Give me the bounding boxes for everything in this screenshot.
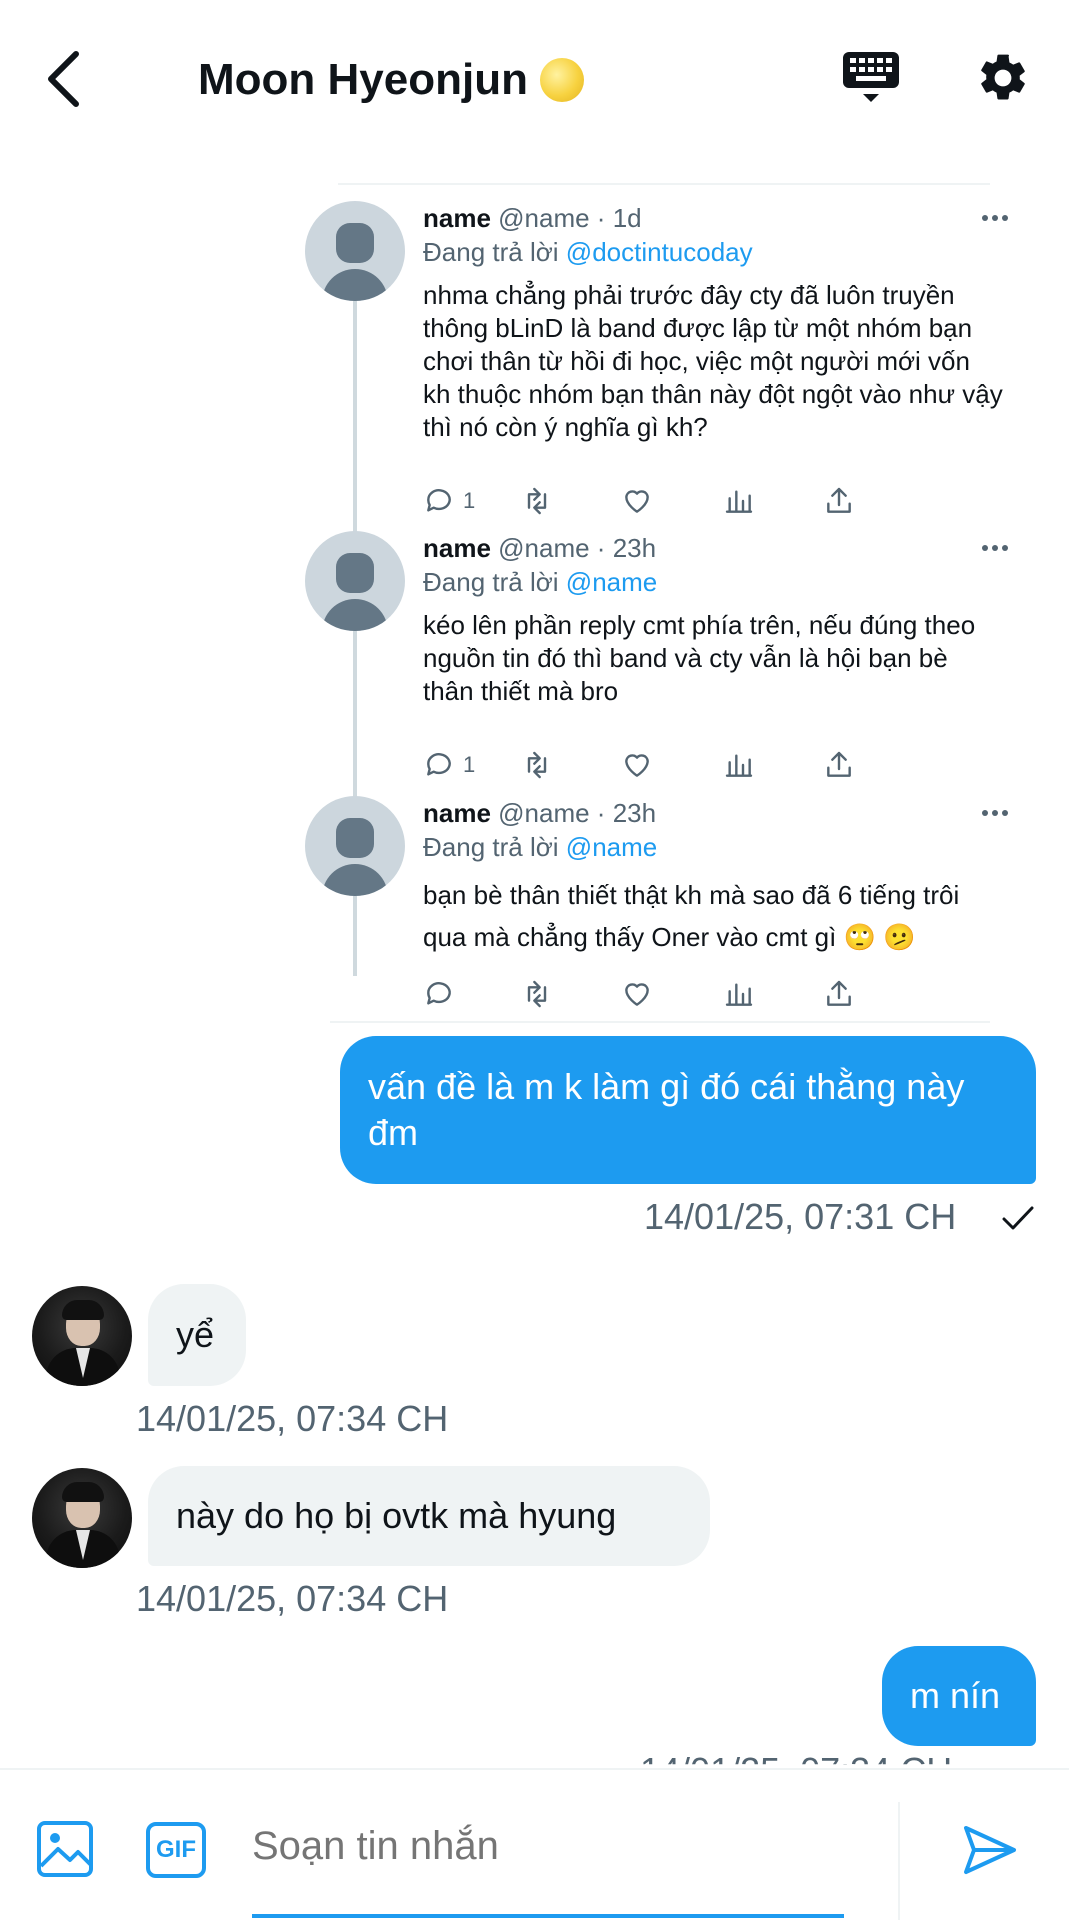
like-button[interactable] [621, 483, 653, 519]
heart-icon [625, 490, 649, 513]
sent-check-icon [1002, 1206, 1034, 1230]
replying-to: Đang trả lời @doctintucoday [423, 235, 1003, 269]
mention-link[interactable]: @doctintucoday [566, 237, 753, 267]
message-text: m nín [910, 1675, 1001, 1716]
incoming-message-bubble[interactable]: yể [148, 1284, 246, 1386]
tweet-header: name @name · 1d [423, 201, 1003, 235]
more-options-icon[interactable] [980, 211, 1010, 225]
message-text: yể [176, 1314, 215, 1355]
composer-divider [898, 1802, 900, 1920]
views-button[interactable] [723, 483, 755, 519]
retweet-icon [527, 751, 547, 779]
keyboard-icon [843, 52, 899, 102]
shared-tweet-card[interactable]: name @name · 1d Đang trả lời @doctintuco… [305, 183, 1008, 1023]
keyboard-button[interactable] [842, 48, 900, 108]
reply-icon [427, 489, 451, 512]
like-button[interactable] [621, 976, 653, 1012]
default-avatar[interactable] [305, 796, 405, 896]
heart-icon [625, 754, 649, 777]
tweet-header: name @name · 23h [423, 531, 1003, 565]
author-handle-time: @name · 1d [498, 203, 642, 233]
outgoing-message-bubble[interactable]: m nín [882, 1646, 1036, 1746]
reply-button[interactable]: 1 [423, 747, 475, 783]
author-name[interactable]: name [423, 203, 491, 233]
retweet-button[interactable] [521, 976, 553, 1012]
replying-to: Đang trả lời @name [423, 830, 1003, 864]
retweet-button[interactable] [521, 747, 553, 783]
tweet-actions: 1 [423, 483, 943, 519]
reply-icon [427, 982, 451, 1005]
conversation-title[interactable]: Moon Hyeonjun [198, 50, 584, 110]
replying-to-label: Đang trả lời [423, 567, 559, 597]
tweet-header: name @name · 23h [423, 796, 1003, 830]
replying-to: Đang trả lời @name [423, 565, 1003, 599]
default-avatar[interactable] [305, 201, 405, 301]
share-icon [827, 980, 851, 1006]
settings-button[interactable] [975, 48, 1031, 108]
retweet-icon [527, 487, 547, 515]
card-border-bottom [330, 1021, 990, 1023]
reply-count: 1 [463, 752, 476, 777]
full-moon-emoji-icon [539, 58, 584, 102]
share-icon [827, 487, 851, 513]
message-input[interactable] [252, 1808, 842, 1884]
message-timestamp: 14/01/25, 07:31 CH [644, 1196, 957, 1237]
retweet-button[interactable] [521, 483, 553, 519]
gear-icon [981, 54, 1025, 100]
like-button[interactable] [621, 747, 653, 783]
default-avatar[interactable] [305, 531, 405, 631]
gif-button[interactable]: GIF [146, 1822, 206, 1878]
message-text: này do họ bị ovtk mà hyung [176, 1495, 617, 1536]
image-icon[interactable] [36, 1820, 94, 1878]
more-options-icon[interactable] [980, 541, 1010, 555]
author-name[interactable]: name [423, 533, 491, 563]
share-icon [827, 751, 851, 777]
reply-count: 1 [463, 488, 476, 513]
reply-button[interactable]: 1 [423, 483, 475, 519]
reply-button[interactable] [423, 976, 455, 1012]
analytics-icon [725, 754, 753, 777]
mention-link[interactable]: @name [566, 567, 657, 597]
message-timestamp: 14/01/25, 07:34 CH [136, 1578, 449, 1619]
replying-to-label: Đang trả lời [423, 832, 559, 862]
author-name[interactable]: name [423, 798, 491, 828]
tweet-text: bạn bè thân thiết thật kh mà sao đã 6 ti… [423, 880, 960, 952]
author-handle-time: @name · 23h [498, 798, 657, 828]
share-button[interactable] [823, 976, 855, 1012]
retweet-icon [527, 980, 547, 1008]
contact-avatar[interactable] [32, 1286, 132, 1386]
contact-avatar[interactable] [32, 1468, 132, 1568]
message-composer: GIF [0, 1768, 1069, 1920]
back-button[interactable] [38, 44, 88, 114]
tweet-actions: 1 [423, 747, 943, 783]
incoming-message-bubble[interactable]: này do họ bị ovtk mà hyung [148, 1466, 710, 1566]
share-button[interactable] [823, 747, 855, 783]
conversation-header: Moon Hyeonjun [0, 0, 1069, 160]
views-button[interactable] [723, 747, 755, 783]
send-icon[interactable] [960, 1820, 1020, 1880]
author-handle-time: @name · 23h [498, 533, 657, 563]
chevron-left-icon [48, 51, 79, 107]
tweet-text: nhma chẳng phải trước đây cty đã luôn tr… [423, 280, 1003, 442]
card-border-top [338, 183, 990, 185]
message-text: vấn đề là m k làm gì đó cái thằng này đm [368, 1066, 965, 1153]
outgoing-message-bubble[interactable]: vấn đề là m k làm gì đó cái thằng này đm [340, 1036, 1036, 1184]
contact-name: Moon Hyeonjun [198, 55, 528, 104]
more-options-icon[interactable] [980, 806, 1010, 820]
mention-link[interactable]: @name [566, 832, 657, 862]
tweet-text: kéo lên phần reply cmt phía trên, nếu đú… [423, 610, 976, 706]
analytics-icon [725, 490, 753, 513]
analytics-icon [725, 983, 753, 1006]
replying-to-label: Đang trả lời [423, 237, 559, 267]
reply-icon [427, 753, 451, 776]
heart-icon [625, 983, 649, 1006]
share-button[interactable] [823, 483, 855, 519]
tweet-actions [423, 976, 943, 1012]
views-button[interactable] [723, 976, 755, 1012]
message-timestamp: 14/01/25, 07:34 CH [136, 1398, 449, 1439]
input-focus-underline [252, 1914, 844, 1918]
